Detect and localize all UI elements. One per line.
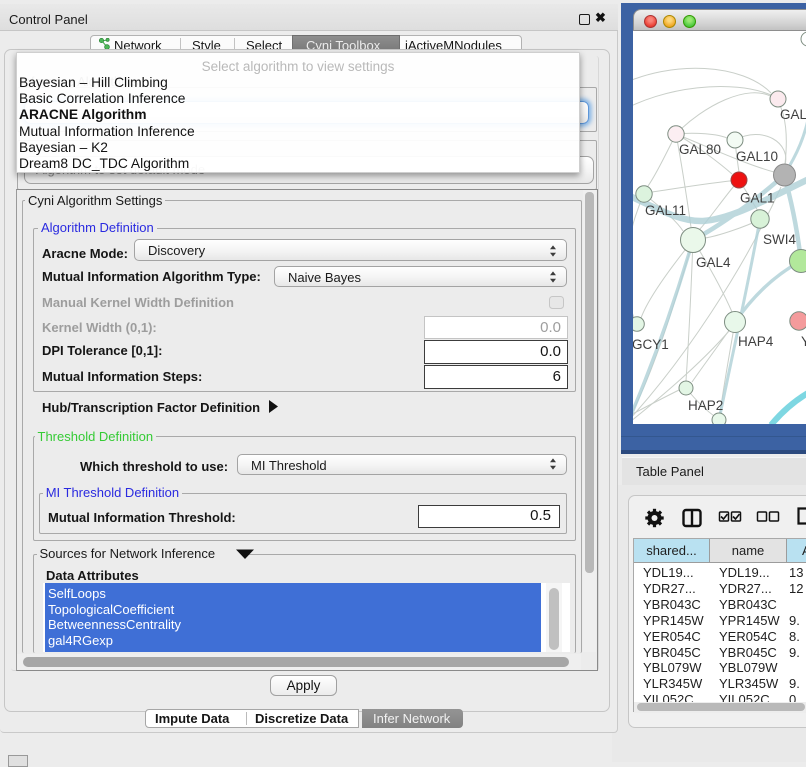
svg-text:GAL80: GAL80	[679, 142, 721, 157]
svg-text:GCY1: GCY1	[633, 337, 669, 352]
svg-text:GAL7: GAL7	[780, 107, 806, 122]
svg-text:GAL11: GAL11	[645, 203, 686, 218]
svg-text:GAL1: GAL1	[740, 191, 775, 206]
svg-text:SWI4: SWI4	[763, 232, 796, 247]
svg-text:GAL10: GAL10	[736, 149, 778, 164]
svg-text:YM: YM	[801, 334, 806, 349]
svg-text:HAP4: HAP4	[738, 334, 774, 349]
svg-text:GAL4: GAL4	[696, 255, 731, 270]
svg-text:HAP2: HAP2	[688, 398, 723, 413]
